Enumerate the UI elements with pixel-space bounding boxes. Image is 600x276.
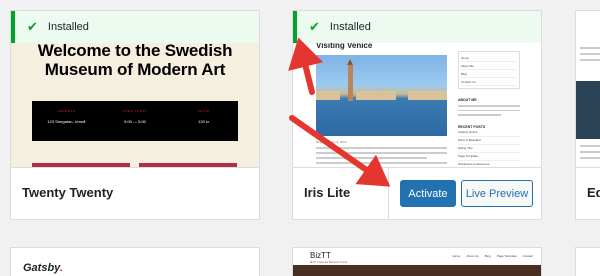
biztt-tagline: BizTT Corporate Business Theme (310, 261, 348, 264)
theme-name: Twenty Twenty (22, 185, 114, 200)
gatsby-logo-text: Gatsby (23, 262, 60, 274)
theme-card-partial-bottom[interactable] (575, 247, 600, 276)
theme-screenshot[interactable] (576, 11, 600, 169)
installed-label: Installed (47, 21, 89, 33)
theme-name: Ed (587, 185, 600, 200)
live-preview-button[interactable]: Live Preview (461, 180, 533, 207)
checkmark-icon: ✔ (309, 19, 320, 34)
installed-notice: ✔ Installed (11, 11, 259, 43)
sidebar-heading: ABOUT ME (458, 98, 477, 102)
nav-item: Home (452, 254, 461, 258)
recent-post: Paris Is Beautiful (458, 137, 520, 145)
nav-item: About Us (466, 254, 479, 258)
theme-card-partial[interactable]: Ed (575, 10, 600, 220)
installed-notice: ✔ Installed (293, 11, 541, 43)
building-shape (356, 91, 396, 100)
checkmark-icon: ✔ (27, 19, 38, 34)
menu-item: About Me (461, 62, 517, 70)
theme-card-biztt[interactable]: BizTT BizTT Corporate Business Theme Hom… (292, 247, 542, 276)
preview-info-bar: ADDRESS 123 Storgatan, Umeå OPEN TODAY 9… (32, 101, 238, 141)
biztt-logo: BizTT (310, 251, 331, 260)
recent-post: Visiting Venice (458, 129, 520, 137)
preview-header (576, 11, 600, 41)
bell-tower-shape (347, 59, 353, 101)
gatsby-logo: Gatsby. (23, 262, 63, 274)
info-col: ADDRESS 123 Storgatan, Umeå (32, 101, 101, 141)
preview-text-lines (580, 145, 600, 163)
preview-post-meta: Roger January 9, 2019 (316, 140, 347, 144)
info-label: ADDRESS (57, 109, 76, 113)
preview-menu: Home About Me Blog Contact Us (458, 51, 520, 89)
recent-post: Hiking Tips (458, 145, 520, 153)
info-value: 129 kr (198, 119, 210, 124)
theme-card-iris-lite[interactable]: Visiting Venice Roger January 9, 2019 Ho… (292, 10, 542, 220)
recent-post: Page Template (458, 153, 520, 161)
info-label: OPEN TODAY (122, 109, 148, 113)
biztt-nav: Home About Us Blog Page Template Contact (452, 254, 533, 258)
activate-button[interactable]: Activate (400, 180, 456, 207)
menu-item: Home (461, 54, 517, 62)
theme-name: Iris Lite (304, 185, 351, 200)
building-shape (408, 91, 447, 100)
preview-banner (576, 81, 600, 139)
preview-text-lines (580, 47, 600, 65)
theme-card-footer: Ed (576, 167, 600, 219)
info-value: 9:00 — 5:00 (124, 119, 146, 124)
biztt-header: BizTT BizTT Corporate Business Theme Hom… (293, 248, 541, 264)
preview-venice-photo (316, 55, 447, 136)
preview-text-lines (316, 147, 447, 169)
biztt-hero (293, 265, 541, 276)
info-value: 123 Storgatan, Umeå (47, 119, 86, 124)
preview-heading: Welcome to the Swedish Museum of Modern … (11, 41, 259, 79)
theme-card-gatsby[interactable]: Gatsby. (10, 247, 260, 276)
theme-card-twenty-twenty[interactable]: Welcome to the Swedish Museum of Modern … (10, 10, 260, 220)
theme-card-footer: Twenty Twenty (11, 167, 259, 219)
info-col: OPEN TODAY 9:00 — 5:00 (101, 101, 170, 141)
theme-card-footer: Iris Lite Activate Live Preview (293, 167, 541, 219)
preview-sidebar: Home About Me Blog Contact Us ABOUT ME R… (458, 51, 520, 169)
installed-label: Installed (329, 21, 371, 33)
building-shape (316, 91, 340, 100)
menu-item: Blog (461, 70, 517, 78)
nav-item: Contact (522, 254, 533, 258)
nav-item: Blog (484, 254, 491, 258)
info-label: PRICE (197, 109, 210, 113)
info-col: PRICE 129 kr (169, 101, 238, 141)
preview-heading-line2: Museum of Modern Art (44, 60, 226, 79)
nav-item: Page Template (496, 254, 517, 258)
preview-heading-line1: Welcome to the Swedish (37, 41, 233, 60)
gatsby-logo-dot: . (59, 262, 63, 274)
menu-item: Contact Us (461, 78, 517, 86)
footer-divider (388, 168, 389, 219)
